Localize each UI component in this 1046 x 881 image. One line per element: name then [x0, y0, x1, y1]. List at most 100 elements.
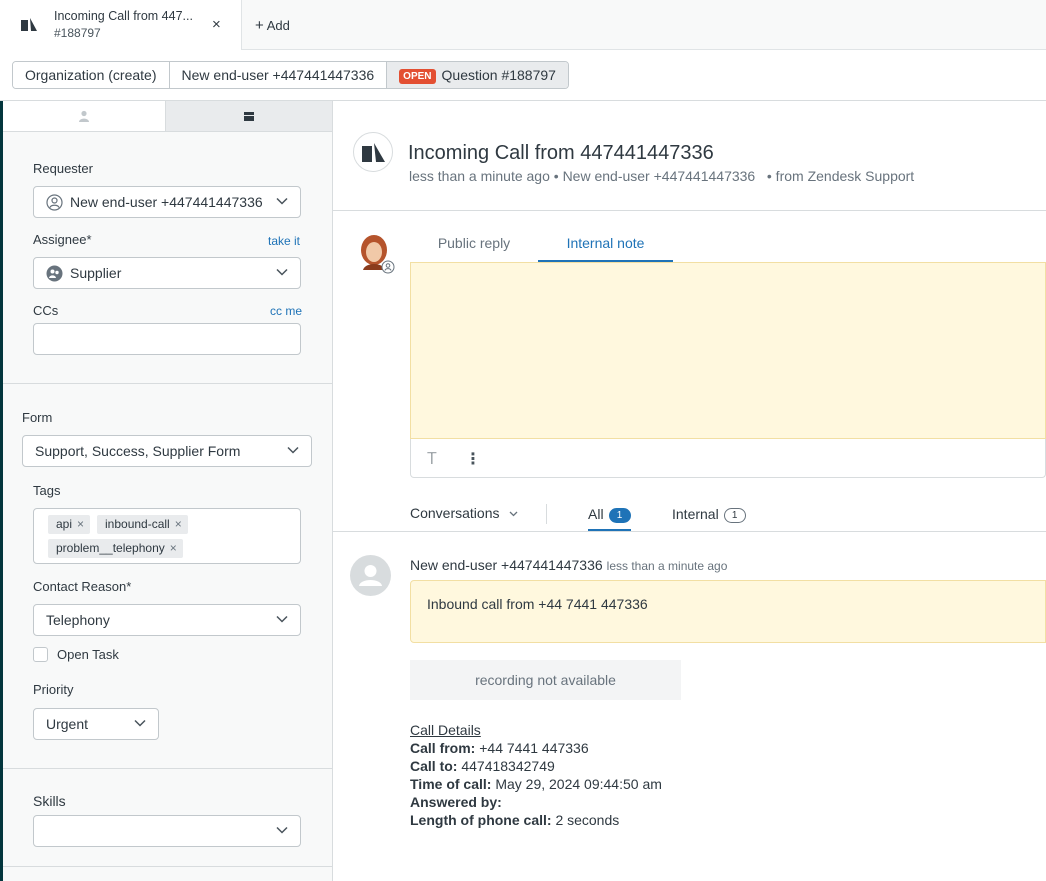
divider [333, 210, 1046, 211]
call-from-value: +44 7441 447336 [479, 740, 589, 756]
chevron-down-icon [276, 197, 288, 205]
call-details-heading: Call Details [410, 722, 481, 738]
message-body: Inbound call from +44 7441 447336 [427, 596, 648, 612]
tag-label: problem__telephony [56, 541, 165, 555]
remove-tag-icon[interactable]: × [170, 541, 177, 555]
tag-chip: problem__telephony × [48, 539, 183, 558]
priority-value: Urgent [46, 716, 89, 732]
tags-input[interactable]: api × inbound-call × problem__telephony × [33, 508, 301, 564]
tag-label: inbound-call [105, 517, 170, 531]
priority-select[interactable]: Urgent [33, 708, 159, 740]
internal-note-editor[interactable] [410, 262, 1046, 439]
ticket-main-pane: Incoming Call from 447441447336 less tha… [333, 101, 1046, 881]
breadcrumb-user[interactable]: New end-user +447441447336 [169, 62, 388, 88]
user-circle-icon [46, 194, 63, 211]
tab-internal-note[interactable]: Internal note [538, 227, 673, 263]
remove-tag-icon[interactable]: × [77, 517, 84, 531]
filter-internal-label: Internal [672, 506, 719, 522]
filter-tab-internal[interactable]: Internal 1 [672, 506, 746, 523]
requester-label: Requester [33, 161, 93, 176]
open-task-checkbox[interactable] [33, 647, 48, 662]
open-task-label: Open Task [57, 647, 119, 662]
tag-chip: inbound-call × [97, 515, 188, 534]
ticket-tab[interactable]: Incoming Call from 447... #188797 × [0, 0, 242, 50]
message-author[interactable]: New end-user +447441447336 [410, 557, 603, 573]
call-to-row: Call to: 447418342749 [410, 757, 662, 775]
breadcrumb-ticket-label: Question #188797 [441, 67, 556, 83]
skills-select[interactable] [33, 815, 301, 847]
cc-me-link[interactable]: cc me [270, 304, 302, 318]
call-time-row: Time of call: May 29, 2024 09:44:50 am [410, 775, 662, 793]
zendesk-logo-icon [21, 18, 37, 31]
group-icon [46, 265, 63, 282]
call-from-row: Call from: +44 7441 447336 [410, 739, 662, 757]
tab-public-reply[interactable]: Public reply [410, 227, 538, 263]
breadcrumb-ticket[interactable]: OPEN Question #188797 [387, 62, 568, 88]
ccs-label: CCs [33, 303, 59, 318]
text-format-icon[interactable]: T [427, 449, 437, 468]
answered-by-label: Answered by: [410, 794, 502, 810]
tag-chip: api × [48, 515, 91, 534]
close-tab-button[interactable]: × [212, 16, 221, 33]
filter-all-label: All [588, 506, 604, 522]
chevron-down-icon [276, 268, 288, 276]
call-to-label: Call to: [410, 758, 458, 774]
conversations-dropdown[interactable]: Conversations [410, 505, 518, 521]
divider [3, 866, 332, 867]
person-icon [79, 110, 89, 122]
requester-field[interactable]: New end-user +447441447336 [33, 186, 301, 218]
sidebar-tabs [3, 101, 332, 132]
divider [546, 504, 547, 524]
zendesk-logo-icon [362, 143, 385, 162]
ticket-requester-link[interactable]: New end-user +447441447336 [563, 168, 756, 184]
ticket-created-time: less than a minute ago [409, 168, 550, 184]
tags-label: Tags [33, 483, 61, 498]
channel-avatar [353, 132, 393, 172]
assignee-field[interactable]: Supplier [33, 257, 301, 289]
form-label: Form [22, 410, 53, 425]
meta-separator: • [553, 168, 559, 184]
requester-value: New end-user +447441447336 [70, 194, 263, 210]
call-length-value: 2 seconds [555, 812, 620, 828]
contact-reason-select[interactable]: Telephony [33, 604, 301, 636]
tab-user[interactable] [3, 101, 166, 131]
plus-icon: + [255, 17, 264, 34]
message-time: less than a minute ago [606, 559, 728, 573]
call-to-value: 447418342749 [461, 758, 555, 774]
status-badge: OPEN [399, 69, 436, 84]
ticket-title: Incoming Call from 447441447336 [408, 142, 714, 164]
contact-reason-value: Telephony [46, 612, 110, 628]
ccs-input[interactable] [33, 323, 301, 355]
contact-reason-label: Contact Reason* [33, 579, 132, 594]
tab-ticket[interactable] [166, 101, 332, 131]
breadcrumb-organization[interactable]: Organization (create) [13, 62, 170, 88]
add-tab-button[interactable]: + Add [255, 17, 290, 34]
conversations-label: Conversations [410, 505, 500, 521]
call-time-label: Time of call: [410, 776, 492, 792]
call-time-value: May 29, 2024 09:44:50 am [495, 776, 662, 792]
remove-tag-icon[interactable]: × [175, 517, 182, 531]
call-length-label: Length of phone call: [410, 812, 552, 828]
answered-by-row: Answered by: [410, 793, 662, 811]
breadcrumb: Organization (create) New end-user +4474… [12, 61, 569, 89]
more-options-icon[interactable]: ⋮ [465, 449, 481, 469]
assignee-value: Supplier [70, 265, 122, 281]
divider [3, 768, 332, 769]
person-icon [359, 565, 382, 586]
conversation-filter-bar: Conversations All 1 Internal 1 [410, 501, 1046, 532]
priority-label: Priority [33, 682, 74, 697]
ticket-tab-title: Incoming Call from 447... [54, 9, 193, 23]
tag-label: api [56, 517, 73, 531]
divider [3, 383, 332, 384]
form-select[interactable]: Support, Success, Supplier Form [22, 435, 312, 467]
avatar [350, 555, 391, 596]
message-header: New end-user +447441447336 less than a mi… [410, 557, 727, 573]
chevron-down-icon [276, 615, 288, 623]
form-value: Support, Success, Supplier Form [35, 443, 241, 459]
filter-tab-all[interactable]: All 1 [588, 506, 631, 532]
editor-toolbar: T ⋮ [410, 439, 1046, 478]
take-it-link[interactable]: take it [268, 234, 300, 248]
composer-tabs: Public reply Internal note [410, 227, 1046, 263]
chevron-down-icon [509, 511, 518, 517]
workspace-tab-bar: Incoming Call from 447... #188797 × + Add [0, 0, 1046, 50]
